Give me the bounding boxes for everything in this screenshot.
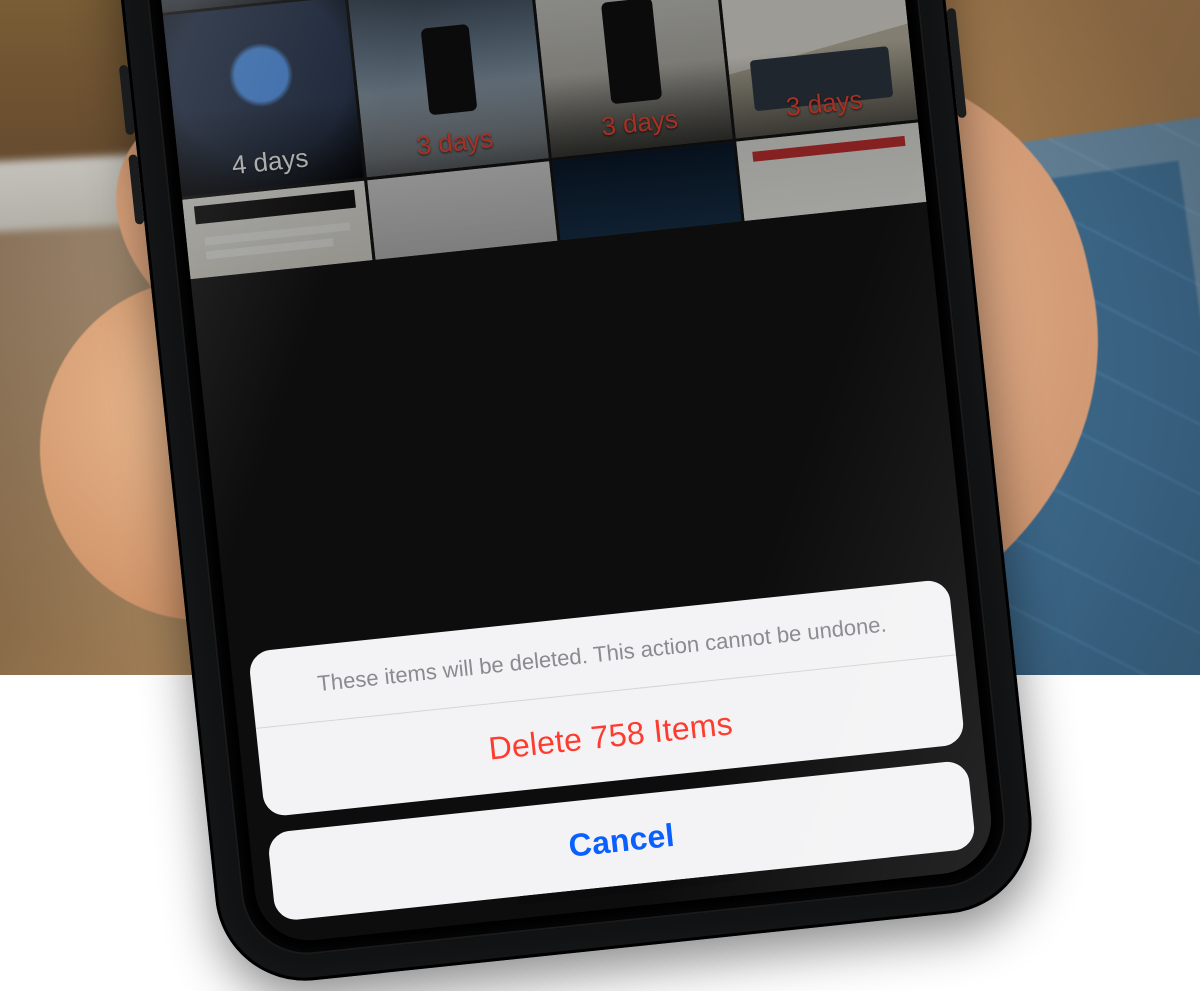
phone-screen: 4 days 4 days 4 days 4 days 3 days	[143, 0, 996, 946]
phone: 4 days 4 days 4 days 4 days 3 days	[100, 0, 1041, 990]
